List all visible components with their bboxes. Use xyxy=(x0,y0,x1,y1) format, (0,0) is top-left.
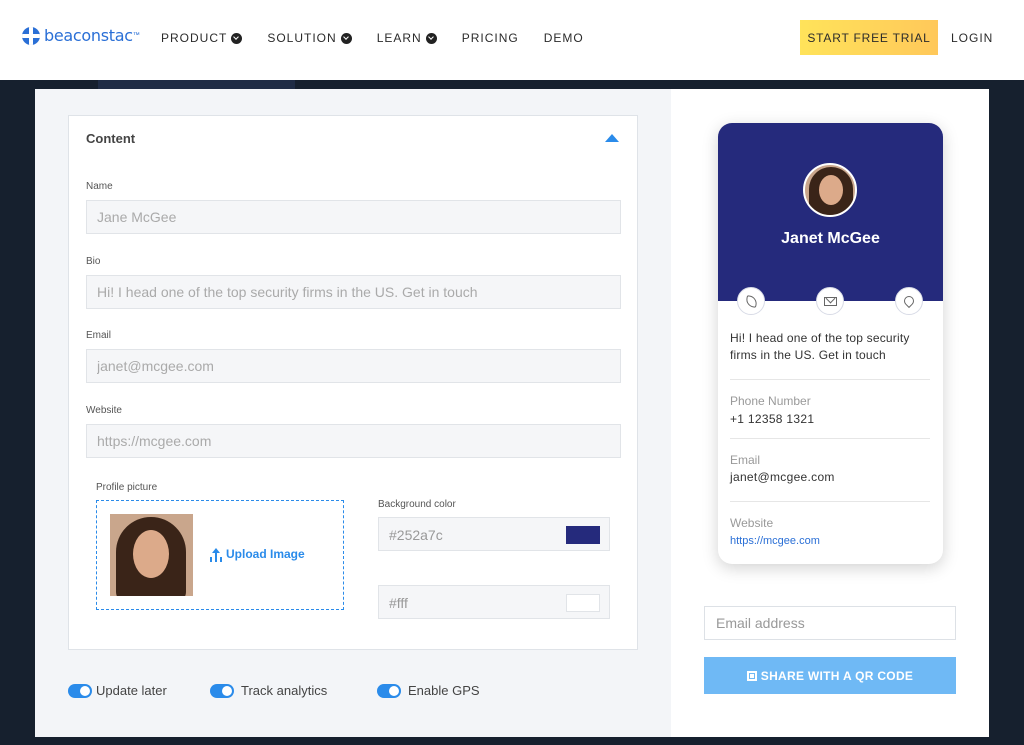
secondary-color-value: #fff xyxy=(389,595,408,611)
name-input[interactable] xyxy=(86,200,621,234)
secondary-color-swatch[interactable] xyxy=(566,594,600,612)
preview-website-label: Website xyxy=(730,516,774,530)
email-action-button[interactable] xyxy=(816,287,844,315)
brand-logo[interactable]: beaconstac ™ xyxy=(22,26,140,45)
chevron-down-icon xyxy=(231,32,243,44)
phone-icon xyxy=(744,294,758,308)
email-label: Email xyxy=(86,330,112,341)
share-button-label: SHARE WITH A QR CODE xyxy=(760,668,914,683)
background-color-swatch[interactable] xyxy=(566,526,600,544)
trademark-mark: ™ xyxy=(132,32,140,39)
bio-label: Bio xyxy=(86,256,101,267)
nav-item-product[interactable]: PRODUCT xyxy=(161,31,243,45)
nav-item-label: LEARN xyxy=(376,31,422,45)
nav-item-label: DEMO xyxy=(543,31,584,45)
phone-label: Phone Number xyxy=(730,394,811,408)
share-email-input[interactable] xyxy=(704,606,956,640)
upload-icon xyxy=(210,548,222,560)
share-with-qr-code-button[interactable]: SHARE WITH A QR CODE xyxy=(704,657,956,694)
profile-picture-label: Profile picture xyxy=(96,482,158,493)
toggle-switch[interactable] xyxy=(210,683,234,698)
business-card-preview: Janet McGee Hi! I head one of the top se… xyxy=(718,123,943,564)
nav-item-label: PRICING xyxy=(461,31,519,45)
divider xyxy=(730,438,930,439)
background-color-value: #252a7c xyxy=(389,527,443,543)
nav-item-demo[interactable]: DEMO xyxy=(544,31,584,45)
toggle-label: Track analytics xyxy=(241,683,328,698)
secondary-color-input[interactable]: #fff xyxy=(378,585,610,619)
nav-item-solution[interactable]: SOLUTION xyxy=(267,31,352,45)
toggle-label: Update later xyxy=(96,683,167,698)
login-link[interactable]: LOGIN xyxy=(951,31,993,45)
website-input[interactable] xyxy=(86,424,621,458)
nav-item-label: PRODUCT xyxy=(161,31,228,45)
nav-item-label: SOLUTION xyxy=(267,31,337,45)
mail-icon xyxy=(823,296,837,306)
content-section-title: Content xyxy=(86,131,136,146)
nav-item-pricing[interactable]: PRICING xyxy=(462,31,519,45)
bio-input[interactable] xyxy=(86,275,621,309)
location-action-button[interactable] xyxy=(895,287,923,315)
divider xyxy=(730,501,930,502)
beaconstac-logo-icon xyxy=(22,26,40,45)
chevron-down-icon xyxy=(425,32,437,44)
start-free-trial-button[interactable]: START FREE TRIAL xyxy=(800,20,938,55)
update-later-toggle[interactable]: Update later xyxy=(68,683,167,698)
email-input[interactable] xyxy=(86,349,621,383)
preview-name: Janet McGee xyxy=(781,230,880,247)
active-tab-indicator xyxy=(98,80,295,89)
name-label: Name xyxy=(86,181,113,192)
content-section: Content Name Bio Email Website Profile p… xyxy=(68,115,638,650)
background-color-label: Background color xyxy=(378,499,456,510)
preview-email-value[interactable]: janet@mcgee.com xyxy=(730,470,835,484)
upload-image-button[interactable]: Upload Image xyxy=(210,547,305,561)
toggle-switch[interactable] xyxy=(377,683,401,698)
enable-gps-toggle[interactable]: Enable GPS xyxy=(377,683,480,698)
upload-image-label: Upload Image xyxy=(226,547,305,561)
website-label: Website xyxy=(86,405,122,416)
nav-item-learn[interactable]: LEARN xyxy=(377,31,437,45)
preview-bio: Hi! I head one of the top security firms… xyxy=(730,331,910,362)
phone-value[interactable]: +1 12358 1321 xyxy=(730,412,814,426)
brand-name: beaconstac xyxy=(44,26,133,45)
divider xyxy=(730,379,930,380)
location-pin-icon xyxy=(901,293,917,309)
chevron-down-icon xyxy=(340,32,352,44)
main-nav: PRODUCT SOLUTION LEARN PRICING DEMO xyxy=(161,31,609,45)
preview-website-link[interactable]: https://mcgee.com xyxy=(730,535,820,547)
toggle-label: Enable GPS xyxy=(408,683,480,698)
qr-code-icon xyxy=(746,670,757,681)
call-action-button[interactable] xyxy=(737,287,765,315)
thumbnail-face xyxy=(133,530,169,578)
track-analytics-toggle[interactable]: Track analytics xyxy=(210,683,327,698)
caret-up-icon[interactable] xyxy=(605,134,619,142)
preview-email-label: Email xyxy=(730,453,761,467)
profile-picture-dropzone[interactable]: Upload Image xyxy=(96,500,344,610)
profile-picture-thumbnail xyxy=(110,514,193,596)
avatar-face xyxy=(819,175,843,205)
preview-avatar xyxy=(803,163,857,217)
toggle-switch[interactable] xyxy=(68,683,92,698)
background-color-input[interactable]: #252a7c xyxy=(378,517,610,551)
top-navigation: beaconstac ™ PRODUCT SOLUTION LEARN PRIC… xyxy=(0,0,1024,80)
